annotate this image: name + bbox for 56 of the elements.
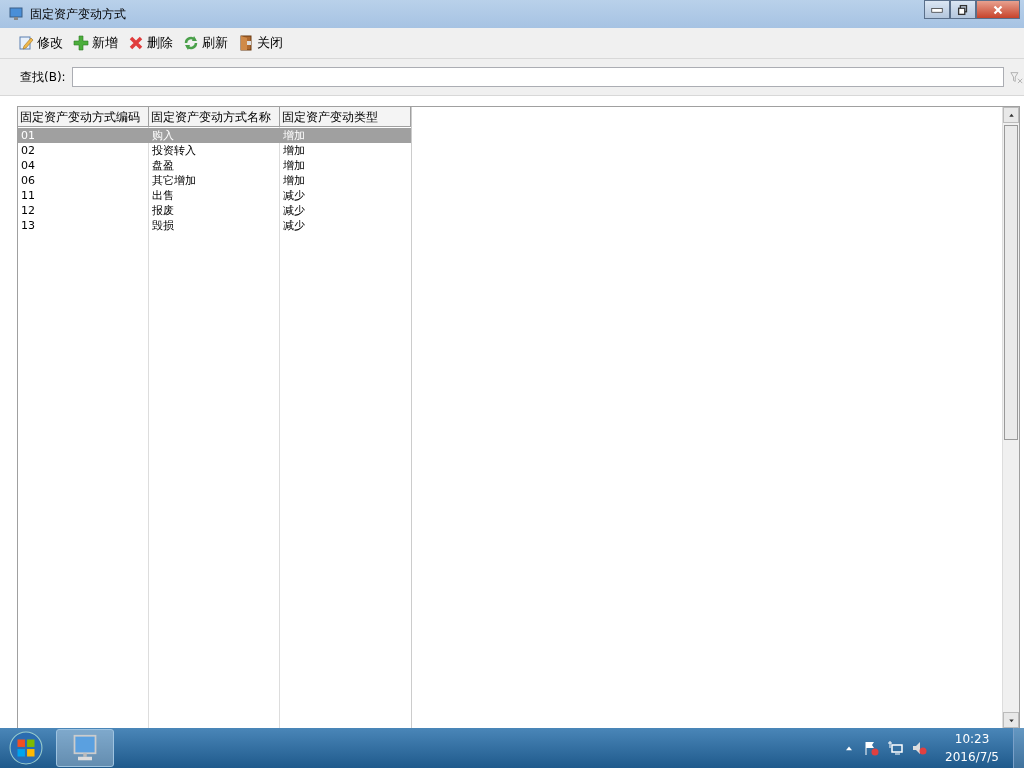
table-cell-text: 增加: [282, 158, 306, 173]
table-cell-text: 其它增加: [151, 173, 197, 188]
column-header[interactable]: 固定资产变动方式编码: [18, 107, 149, 127]
table-cell-text: 报废: [151, 203, 175, 218]
table-cell-text: 04: [20, 158, 36, 173]
toolbar-button[interactable]: 删除: [124, 32, 177, 54]
table-cell: 增加: [280, 128, 411, 143]
clock-date: 2016/7/5: [945, 749, 999, 766]
table-cell-text: 盘盈: [151, 158, 175, 173]
table-cell-text: 06: [20, 173, 36, 188]
table-cell-text: 投资转入: [151, 143, 197, 158]
toolbar-button[interactable]: 修改: [14, 32, 67, 54]
table-cell-text: 13: [20, 218, 36, 233]
table-cell-text: 毁损: [151, 218, 175, 233]
close-button[interactable]: [976, 0, 1020, 19]
table-cell-text: 出售: [151, 188, 175, 203]
restore-button[interactable]: [950, 0, 976, 19]
start-button[interactable]: [6, 728, 46, 768]
monitor-icon: [71, 734, 99, 762]
table-cell-text: 02: [20, 143, 36, 158]
table-cell-text: 12: [20, 203, 36, 218]
restore-icon: [956, 2, 970, 17]
clock-time: 10:23: [954, 731, 990, 748]
scroll-up-button[interactable]: [1003, 107, 1019, 123]
table-cell-text: 减少: [282, 188, 306, 203]
pencil-icon: [18, 35, 34, 51]
table-cell-text: 增加: [282, 173, 306, 188]
search-field[interactable]: [71, 67, 1004, 87]
toolbar-button[interactable]: 新增: [69, 32, 122, 54]
plus-icon: [73, 35, 89, 51]
table-cell: 01: [18, 128, 149, 143]
column-header[interactable]: 固定资产变动类型: [280, 107, 411, 127]
clock[interactable]: 10:23 2016/7/5: [935, 730, 1003, 766]
column-header[interactable]: 固定资产变动方式名称: [149, 107, 280, 127]
table-cell-text: 减少: [282, 203, 306, 218]
minimize-button[interactable]: [924, 0, 950, 19]
scrollbar-thumb[interactable]: [1004, 125, 1018, 440]
table-cell-text: 增加: [282, 143, 306, 158]
windows-logo-icon: [9, 731, 43, 765]
flag-icon: [863, 740, 880, 756]
cross-icon: [128, 35, 144, 51]
toolbar-button[interactable]: 关闭: [234, 32, 287, 54]
refresh-icon: [183, 35, 199, 51]
table-cell-text: 减少: [282, 218, 306, 233]
network-icon: [887, 740, 904, 756]
search-label: 查找(B):: [20, 68, 66, 86]
table-cell-text: 11: [20, 188, 36, 203]
monitor-icon: [8, 6, 24, 22]
taskbar-app-button[interactable]: [56, 729, 114, 767]
window-title: 固定资产变动方式: [30, 5, 127, 23]
speaker-icon: [911, 740, 928, 756]
filter-icon: [1010, 70, 1024, 84]
toolbar-button[interactable]: 刷新: [179, 32, 232, 54]
door-icon: [238, 35, 254, 51]
table-cell: 购入: [149, 128, 280, 143]
scroll-down-button[interactable]: [1003, 712, 1019, 728]
